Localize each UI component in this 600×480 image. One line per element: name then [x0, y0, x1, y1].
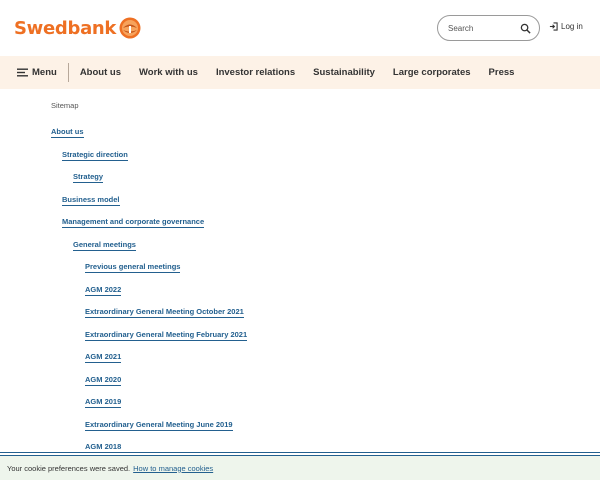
menu-label: Menu [32, 67, 57, 78]
login-icon [549, 22, 558, 31]
swedbank-logo[interactable]: Swedbank [14, 14, 141, 42]
sitemap-link-general-meetings[interactable]: General meetings [73, 240, 136, 251]
sitemap-link-egm-oct-2021[interactable]: Extraordinary General Meeting October 20… [85, 307, 244, 318]
login-label: Log in [561, 22, 583, 31]
sitemap-link-egm-jun-2019[interactable]: Extraordinary General Meeting June 2019 [85, 420, 233, 431]
cookie-manage-link[interactable]: How to manage cookies [133, 464, 213, 473]
nav-work-with-us[interactable]: Work with us [130, 67, 207, 78]
sitemap-link-strategy[interactable]: Strategy [73, 172, 104, 183]
brand-name: Swedbank [14, 17, 117, 39]
search-input[interactable]: Search [448, 24, 520, 33]
swedbank-oak-icon [119, 17, 141, 39]
search-icon[interactable] [520, 23, 531, 34]
main-nav: Menu About us Work with us Investor rela… [0, 56, 600, 89]
sitemap-link-agm-2021[interactable]: AGM 2021 [85, 352, 122, 363]
nav-press[interactable]: Press [480, 67, 524, 78]
sitemap-link-about-us[interactable]: About us [51, 127, 84, 138]
sitemap-link-egm-feb-2021[interactable]: Extraordinary General Meeting February 2… [85, 330, 248, 341]
nav-sustainability[interactable]: Sustainability [304, 67, 384, 78]
nav-large-corporates[interactable]: Large corporates [384, 67, 480, 78]
hamburger-icon [17, 68, 28, 77]
cookie-banner: Your cookie preferences were saved. How … [0, 456, 600, 480]
nav-about-us[interactable]: About us [69, 67, 130, 78]
login-button[interactable]: Log in [549, 22, 583, 31]
sitemap-link-agm-2022[interactable]: AGM 2022 [85, 285, 122, 296]
menu-button[interactable]: Menu [0, 63, 69, 82]
site-header: Swedbank Search Log in [0, 0, 600, 56]
search-field[interactable]: Search [437, 15, 540, 41]
sitemap-link-agm-2020[interactable]: AGM 2020 [85, 375, 122, 386]
sitemap-link-business-model[interactable]: Business model [62, 195, 120, 206]
sitemap-heading: Sitemap [51, 101, 79, 110]
sitemap-link-management-governance[interactable]: Management and corporate governance [62, 217, 205, 228]
nav-investor-relations[interactable]: Investor relations [207, 67, 304, 78]
sitemap-link-previous-general-meetings[interactable]: Previous general meetings [85, 262, 181, 273]
sitemap-link-agm-2019[interactable]: AGM 2019 [85, 397, 122, 408]
sitemap-link-strategic-direction[interactable]: Strategic direction [62, 150, 128, 161]
cookie-message: Your cookie preferences were saved. [7, 463, 131, 473]
